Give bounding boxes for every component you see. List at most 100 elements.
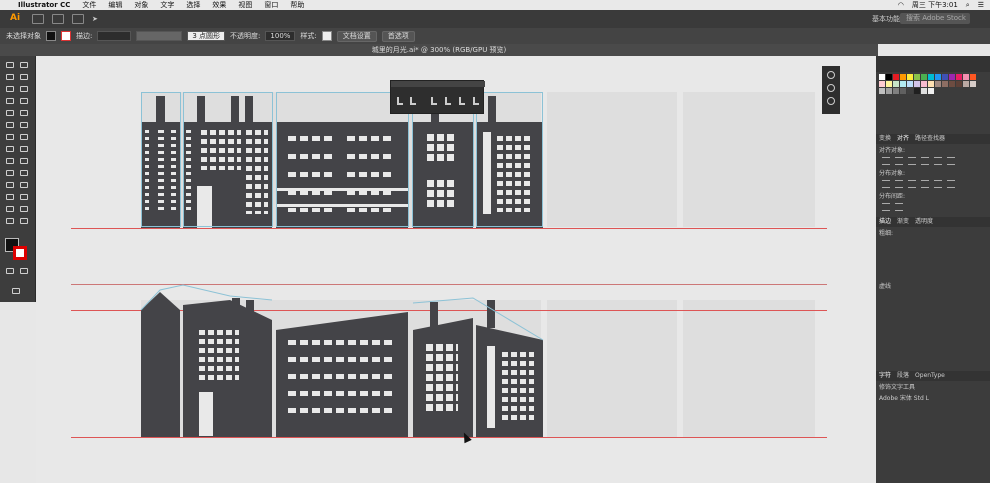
tab-character[interactable]: 字符 <box>879 371 891 381</box>
swatch[interactable] <box>928 88 934 94</box>
font-family-field[interactable]: Adobe 宋体 Std L <box>876 392 990 403</box>
free-transform-icon[interactable] <box>20 146 28 152</box>
swatch[interactable] <box>886 81 892 87</box>
blend-tool-icon[interactable] <box>20 182 28 188</box>
tab-gradient[interactable]: 渐变 <box>897 217 909 227</box>
toolbar-grip[interactable] <box>391 81 485 87</box>
pen-tool-icon[interactable] <box>6 86 14 92</box>
tab-opentype[interactable]: OpenType <box>915 371 945 381</box>
tab-paragraph[interactable]: 段落 <box>897 371 909 381</box>
selection-tool-icon[interactable] <box>397 97 403 105</box>
swatch[interactable] <box>886 88 892 94</box>
perspective-grid-icon[interactable] <box>20 158 28 164</box>
magic-wand-icon[interactable] <box>6 74 14 80</box>
align-buttons[interactable] <box>876 155 990 167</box>
swatch[interactable] <box>914 88 920 94</box>
tab-stroke[interactable]: 描边 <box>879 217 891 227</box>
properties-icon[interactable] <box>827 84 835 92</box>
add-anchor-icon[interactable] <box>445 97 451 105</box>
artboard-tool-icon[interactable] <box>6 206 14 212</box>
swatch[interactable] <box>914 81 920 87</box>
swatch[interactable] <box>970 81 976 87</box>
swatch[interactable] <box>963 81 969 87</box>
none-color-icon[interactable] <box>20 268 28 274</box>
lasso-icon[interactable] <box>20 74 28 80</box>
direct-selection-tool-icon[interactable] <box>20 62 28 68</box>
delete-anchor-icon[interactable] <box>459 97 465 105</box>
swatch[interactable] <box>921 81 927 87</box>
stroke-panel-tabs: 描边 渐变 透明度 <box>876 217 990 227</box>
swatch[interactable] <box>893 81 899 87</box>
building-b1 <box>141 292 180 437</box>
distribute-spacing-label: 分布间距: <box>879 193 906 200</box>
swatch[interactable] <box>928 81 934 87</box>
swatch[interactable] <box>907 74 913 80</box>
stroke-color-swatch[interactable] <box>13 246 27 260</box>
screen-mode-icon[interactable] <box>12 288 20 294</box>
swatch[interactable] <box>935 74 941 80</box>
appearance-icon[interactable] <box>827 97 835 105</box>
eyedropper-icon[interactable] <box>6 182 14 188</box>
swatch[interactable] <box>893 88 899 94</box>
swatch[interactable] <box>893 74 899 80</box>
curvature-tool-icon[interactable] <box>20 86 28 92</box>
scale-tool-icon[interactable] <box>20 134 28 140</box>
tab-pathfinder[interactable]: 路径查找器 <box>915 134 945 144</box>
swatch[interactable] <box>963 74 969 80</box>
shaper-tool-icon[interactable] <box>6 122 14 128</box>
swatch[interactable] <box>900 81 906 87</box>
swatch[interactable] <box>879 88 885 94</box>
pen-tool-icon[interactable] <box>431 97 437 105</box>
swatch[interactable] <box>949 81 955 87</box>
swatch[interactable] <box>921 88 927 94</box>
spacing-buttons[interactable] <box>876 201 990 213</box>
tab-transparency[interactable]: 透明度 <box>915 217 933 227</box>
color-mode-icon[interactable] <box>6 268 14 274</box>
tab-transform[interactable]: 变换 <box>879 134 891 144</box>
anchor-point-icon[interactable] <box>473 97 479 105</box>
eraser-tool-icon[interactable] <box>20 122 28 128</box>
rotate-tool-icon[interactable] <box>6 134 14 140</box>
slice-tool-icon[interactable] <box>20 206 28 212</box>
symbol-sprayer-icon[interactable] <box>6 194 14 200</box>
swatch[interactable] <box>956 74 962 80</box>
swatch[interactable] <box>921 74 927 80</box>
swatch[interactable] <box>907 88 913 94</box>
swatch[interactable] <box>956 81 962 87</box>
shape-builder-icon[interactable] <box>6 158 14 164</box>
perspective-buildings <box>140 284 544 437</box>
swatch[interactable] <box>942 74 948 80</box>
swatch[interactable] <box>900 74 906 80</box>
zoom-tool-icon[interactable] <box>20 218 28 224</box>
right-panel-dock: 变换 对齐 路径查找器 对齐对象: 分布对象: 分布间距: 描边 渐变 透明度 … <box>876 56 990 483</box>
swatches-grid[interactable] <box>876 72 990 96</box>
swatch[interactable] <box>900 88 906 94</box>
dashed-checkbox[interactable]: 虚线 <box>876 280 990 291</box>
swatch[interactable] <box>970 74 976 80</box>
selection-tool-icon[interactable] <box>6 62 14 68</box>
direct-selection-tool-icon[interactable] <box>410 97 416 105</box>
swatch[interactable] <box>935 81 941 87</box>
glass-strip <box>487 346 495 428</box>
brush-tool-icon[interactable] <box>20 110 28 116</box>
swatch[interactable] <box>928 74 934 80</box>
distribute-buttons[interactable] <box>876 178 990 190</box>
swatch[interactable] <box>879 74 885 80</box>
touch-type-button[interactable]: 修饰文字工具 <box>876 381 990 392</box>
libraries-icon[interactable] <box>827 71 835 79</box>
graph-tool-icon[interactable] <box>20 194 28 200</box>
width-tool-icon[interactable] <box>6 146 14 152</box>
tab-align[interactable]: 对齐 <box>897 134 909 144</box>
swatch[interactable] <box>886 74 892 80</box>
swatch[interactable] <box>949 74 955 80</box>
type-tool-icon[interactable] <box>6 98 14 104</box>
swatch[interactable] <box>879 81 885 87</box>
swatch[interactable] <box>942 81 948 87</box>
swatch[interactable] <box>907 81 913 87</box>
hand-tool-icon[interactable] <box>6 218 14 224</box>
swatch[interactable] <box>914 74 920 80</box>
line-tool-icon[interactable] <box>20 98 28 104</box>
gradient-tool-icon[interactable] <box>20 170 28 176</box>
rectangle-tool-icon[interactable] <box>6 110 14 116</box>
mesh-tool-icon[interactable] <box>6 170 14 176</box>
